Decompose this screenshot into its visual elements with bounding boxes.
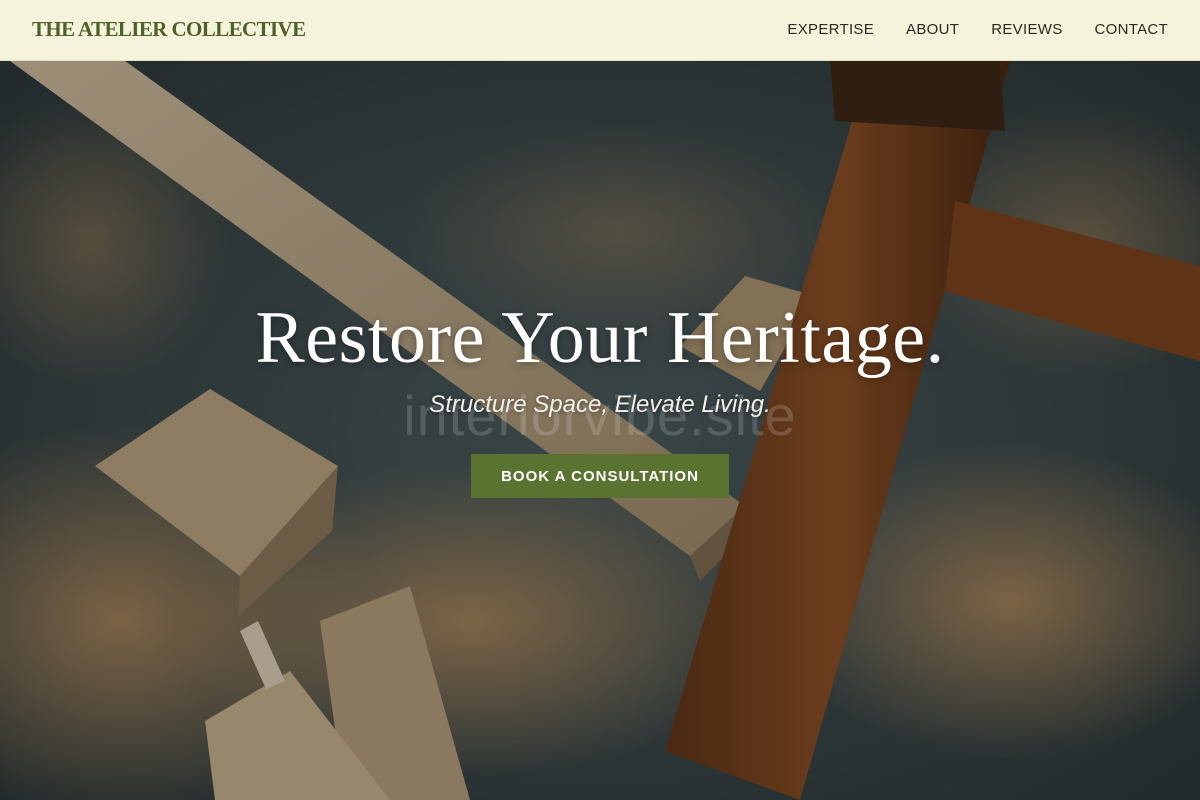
hero-content: Restore Your Heritage. interiorvibe.site… bbox=[0, 61, 1200, 800]
nav-link-about[interactable]: ABOUT bbox=[906, 21, 959, 38]
nav-item-contact: CONTACT bbox=[1095, 21, 1168, 39]
nav-link-contact[interactable]: CONTACT bbox=[1095, 21, 1168, 38]
nav-item-expertise: EXPERTISE bbox=[787, 21, 874, 39]
hero-title: Restore Your Heritage. bbox=[255, 297, 945, 379]
site-logo[interactable]: THE ATELIER COLLECTIVE bbox=[32, 17, 306, 42]
hero-section: Restore Your Heritage. interiorvibe.site… bbox=[0, 61, 1200, 800]
nav-item-reviews: REVIEWS bbox=[991, 21, 1062, 39]
book-consultation-button[interactable]: BOOK A CONSULTATION bbox=[471, 454, 729, 498]
nav-link-reviews[interactable]: REVIEWS bbox=[991, 21, 1062, 38]
hero-tagline: Structure Space, Elevate Living. bbox=[429, 391, 771, 418]
main-nav: EXPERTISE ABOUT REVIEWS CONTACT bbox=[787, 21, 1168, 39]
nav-link-expertise[interactable]: EXPERTISE bbox=[787, 21, 874, 38]
nav-item-about: ABOUT bbox=[906, 21, 959, 39]
site-header: THE ATELIER COLLECTIVE EXPERTISE ABOUT R… bbox=[0, 0, 1200, 61]
